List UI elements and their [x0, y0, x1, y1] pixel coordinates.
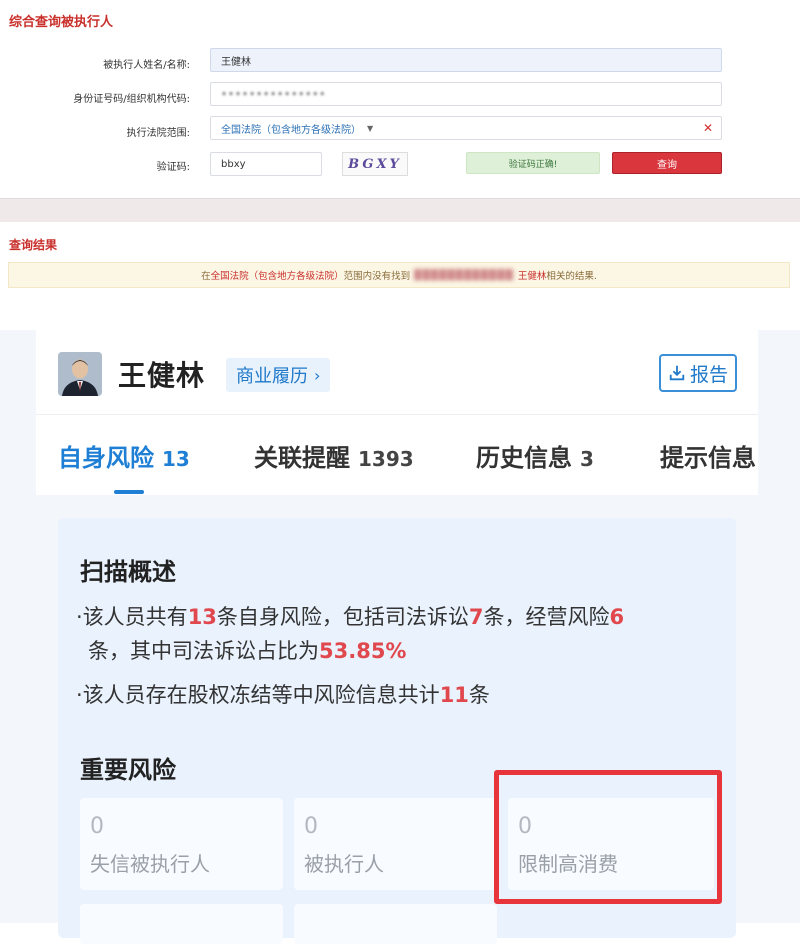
risk-card-placeholder — [294, 904, 497, 944]
bullet-dot: · — [76, 605, 83, 629]
tabs-divider — [36, 414, 758, 415]
result-message: 在 全国法院（包含地方各级法院） 范围内没有找到 ████████████ 王健… — [8, 262, 790, 288]
court-select-value: 全国法院（包含地方各级法院） — [221, 124, 361, 136]
court-label: 执行法院范围: — [126, 128, 190, 139]
tab-label: 关联提醒 — [254, 444, 350, 472]
tab-count: 3 — [580, 447, 594, 471]
risk-value: 0 — [90, 814, 104, 839]
person-name: 王健林 — [118, 359, 206, 392]
risk-card-dishonest[interactable]: 0 失信被执行人 — [80, 798, 283, 890]
tab-tips[interactable]: 提示信息 — [660, 438, 758, 473]
chevron-right-icon: › — [314, 365, 321, 385]
captcha-label: 验证码: — [156, 162, 190, 173]
risk-label: 失信被执行人 — [90, 852, 210, 876]
tab-self-risk[interactable]: 自身风险 13 — [58, 438, 190, 473]
result-title: 查询结果 — [9, 238, 58, 252]
business-history-label: 商业履历 — [236, 366, 308, 387]
download-icon — [669, 365, 685, 381]
risk-label: 被执行人 — [304, 852, 384, 876]
caret-down-icon: ▼ — [367, 123, 374, 133]
risk-card-executed[interactable]: 0 被执行人 — [294, 798, 497, 890]
name-label: 被执行人姓名/名称: — [103, 60, 190, 71]
result-middle: 范围内没有找到 — [343, 271, 411, 282]
result-redacted: ████████████ — [414, 269, 514, 281]
report-button[interactable]: 报告 — [659, 354, 737, 392]
scan-title: 扫描概述 — [80, 558, 176, 586]
section-divider — [0, 198, 800, 222]
tab-related-alerts[interactable]: 关联提醒 1393 — [254, 438, 414, 473]
report-label: 报告 — [689, 363, 728, 386]
risk-card-placeholder — [80, 904, 283, 944]
avatar — [58, 352, 102, 396]
id-label: 身份证号码/组织机构代码: — [73, 94, 190, 105]
captcha-ok-badge: 验证码正确! — [466, 152, 600, 174]
court-select[interactable]: 全国法院（包含地方各级法院） ▼ ✕ — [210, 116, 722, 140]
scan-bullet-2: ·该人员存在股权冻结等中风险信息共计11条 — [76, 678, 716, 712]
bullet-text: 条自身风险，包括司法诉讼 — [216, 605, 469, 629]
name-input-value: 王健林 — [221, 56, 251, 68]
query-form: 综合查询被执行人 被执行人姓名/名称: 王健林 身份证号码/组织机构代码: ••… — [0, 0, 800, 198]
tab-label: 提示信息 — [660, 444, 756, 472]
tab-history[interactable]: 历史信息 3 — [476, 438, 594, 473]
id-input[interactable]: ••••••••••••••• — [210, 82, 722, 106]
tab-count: 1393 — [358, 447, 414, 471]
bullet-text: 条，经营风险 — [483, 605, 610, 629]
judicial-percentage: 53.85% — [319, 639, 407, 663]
result-section: 查询结果 在 全国法院（包含地方各级法院） 范围内没有找到 ██████████… — [0, 222, 800, 330]
result-name: 王健林 — [517, 271, 547, 282]
id-input-value: ••••••••••••••• — [221, 88, 327, 100]
business-risk-count: 6 — [609, 605, 625, 629]
result-prefix: 在 — [201, 271, 211, 282]
captcha-input-value: bbxy — [221, 158, 246, 170]
result-scope: 全国法院（包含地方各级法院） — [210, 271, 344, 282]
clear-icon[interactable]: ✕ — [703, 121, 713, 135]
self-risk-count: 13 — [187, 605, 217, 629]
scan-bullet-1: ·该人员共有13条自身风险，包括司法诉讼7条，经营风险6 条，其中司法诉讼占比为5… — [76, 600, 716, 668]
tab-count: 13 — [162, 447, 190, 471]
highlight-annotation — [494, 770, 722, 904]
bullet-dot: · — [76, 683, 83, 707]
judicial-count: 7 — [468, 605, 484, 629]
bullet-text: 条，其中司法诉讼占比为 — [88, 639, 319, 663]
form-title: 综合查询被执行人 — [9, 15, 114, 30]
active-tab-indicator — [114, 490, 144, 494]
tab-label: 历史信息 — [476, 444, 572, 472]
business-history-link[interactable]: 商业履历 › — [226, 358, 331, 392]
name-input[interactable]: 王健林 — [210, 48, 722, 72]
profile-card: 王健林 商业履历 › 报告 自身风险 13 关联提醒 1393 历史信息 3 提示信息 — [36, 330, 758, 495]
bullet-text: 条 — [468, 683, 490, 707]
bullet-text: 该人员共有 — [82, 605, 188, 629]
query-button[interactable]: 查询 — [612, 152, 722, 174]
risk-value: 0 — [304, 814, 318, 839]
medium-risk-count: 11 — [439, 683, 469, 707]
captcha-image[interactable]: BGXY — [342, 152, 408, 176]
bullet-text: 该人员存在股权冻结等中风险信息共计 — [82, 683, 440, 707]
result-suffix: 相关的结果. — [546, 271, 597, 282]
important-risk-title: 重要风险 — [80, 756, 176, 784]
captcha-input[interactable]: bbxy — [210, 152, 322, 176]
avatar-photo-icon — [58, 352, 102, 396]
tab-label: 自身风险 — [58, 444, 154, 472]
